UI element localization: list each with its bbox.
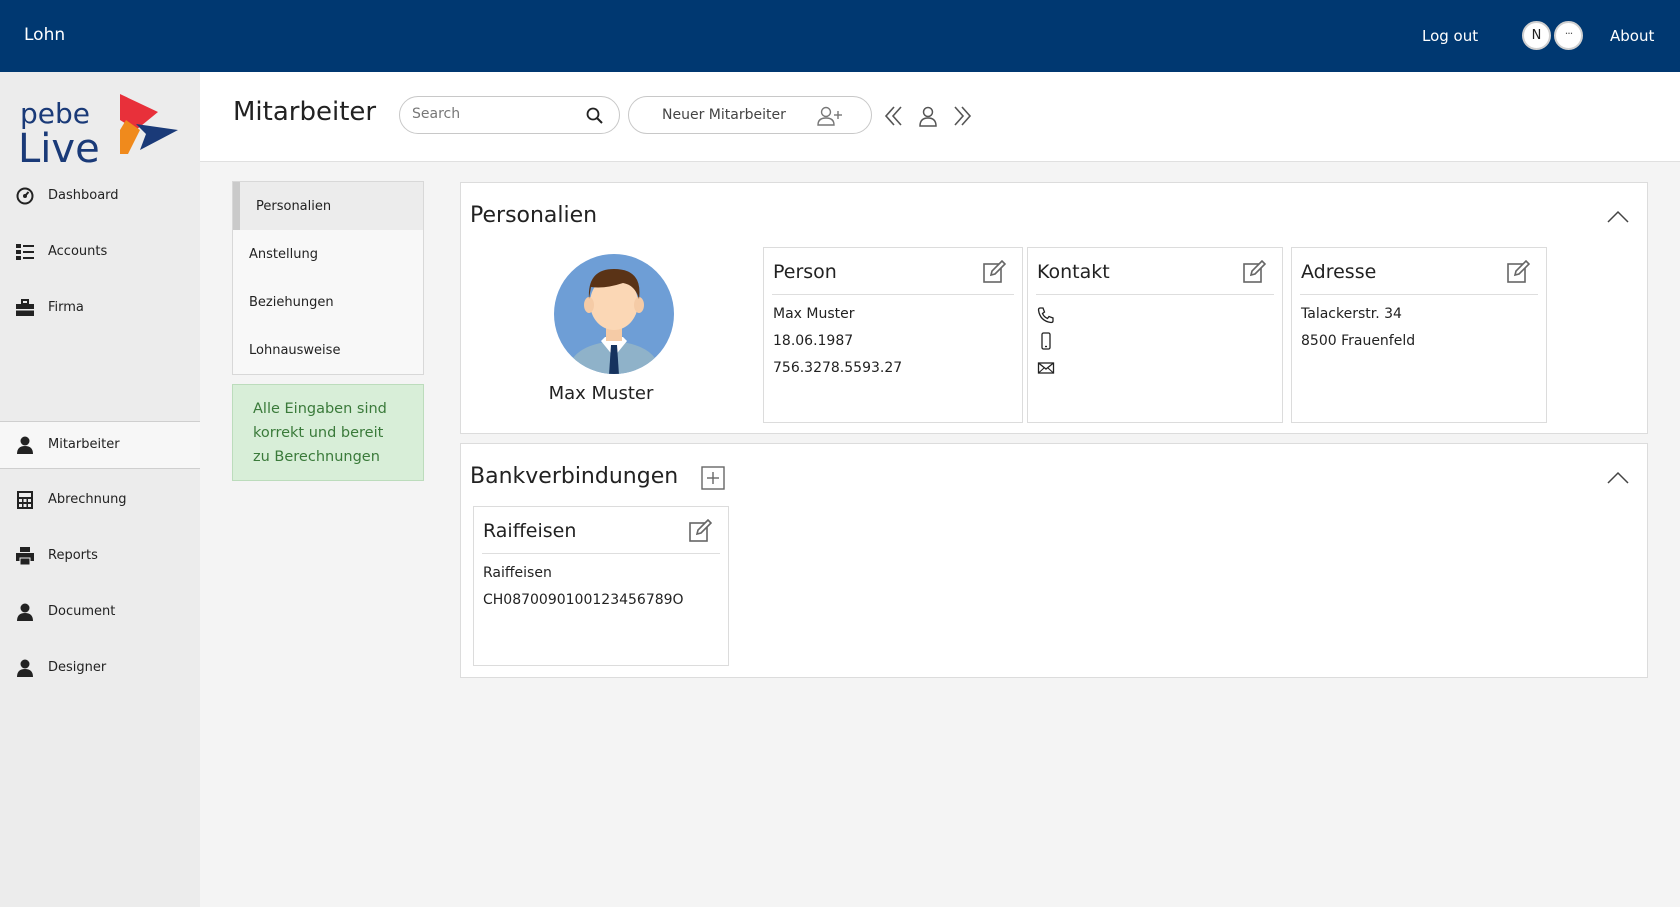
sidebar-item-dashboard[interactable]: Dashboard	[0, 173, 200, 221]
top-bar: Lohn Log out N ··· About	[0, 0, 1680, 72]
add-bank-account-icon[interactable]	[701, 466, 725, 494]
card-divider	[772, 294, 1014, 295]
bankverbindungen-title: Bankverbindungen	[470, 464, 679, 489]
briefcase-icon	[15, 298, 35, 318]
person-birthdate: 18.06.1987	[773, 333, 854, 349]
new-employee-button[interactable]: Neuer Mitarbeiter	[628, 96, 872, 134]
logo-text-live: Live	[18, 126, 100, 170]
phone-icon[interactable]	[1037, 306, 1055, 328]
employee-subnav: Personalien Anstellung Beziehungen Lohna…	[232, 181, 424, 375]
user-avatar[interactable]: N	[1522, 21, 1551, 50]
personalien-title: Personalien	[470, 203, 598, 228]
personalien-panel: Personalien Max Muster Person Max Muster…	[460, 182, 1648, 434]
bankverbindungen-panel: Bankverbindungen Raiffeisen Raiffeisen C…	[460, 443, 1648, 678]
search-icon[interactable]	[585, 106, 605, 130]
edit-icon[interactable]	[1506, 259, 1531, 288]
person-icon	[15, 435, 35, 455]
sidebar-item-label: Document	[48, 604, 116, 619]
list-icon	[15, 242, 35, 262]
calculator-icon	[15, 490, 35, 510]
employee-person-icon[interactable]	[918, 105, 938, 131]
previous-employee-icon[interactable]	[884, 105, 904, 131]
adresse-card-title: Adresse	[1301, 261, 1377, 283]
person-card: Person Max Muster 18.06.1987 756.3278.55…	[763, 247, 1023, 423]
subnav-item-label: Personalien	[256, 199, 332, 214]
sidebar: pebe Live Dashboard Accounts Firma Mitar…	[0, 72, 200, 907]
edit-icon[interactable]	[688, 518, 713, 547]
kontakt-card-title: Kontakt	[1037, 261, 1110, 283]
app-title: Lohn	[24, 25, 66, 45]
subnav-item-beziehungen[interactable]: Beziehungen	[233, 278, 423, 326]
person-ahv-number: 756.3278.5593.27	[773, 360, 903, 376]
sidebar-item-label: Firma	[48, 300, 84, 315]
subnav-item-label: Lohnausweise	[249, 343, 341, 358]
add-user-icon	[816, 105, 844, 131]
card-divider	[1036, 294, 1274, 295]
search-input[interactable]	[412, 106, 582, 122]
person-full-name: Max Muster	[773, 306, 855, 322]
sidebar-item-label: Designer	[48, 660, 107, 675]
sidebar-item-document[interactable]: Document	[0, 589, 200, 637]
dashboard-icon	[15, 186, 35, 206]
bank-iban: CH0870090100123456789O	[483, 592, 684, 608]
employee-name: Max Muster	[548, 383, 654, 404]
sidebar-item-abrechnung[interactable]: Abrechnung	[0, 477, 200, 525]
sidebar-item-label: Dashboard	[48, 188, 119, 203]
employee-avatar	[553, 253, 675, 379]
sidebar-item-label: Accounts	[48, 244, 108, 259]
person-icon	[15, 602, 35, 622]
address-street: Talackerstr. 34	[1301, 306, 1402, 322]
adresse-card: Adresse Talackerstr. 34 8500 Frauenfeld	[1291, 247, 1547, 423]
next-employee-icon[interactable]	[952, 105, 972, 131]
kontakt-card: Kontakt	[1027, 247, 1283, 423]
pebe-live-logo[interactable]: pebe Live	[18, 90, 186, 172]
card-divider	[482, 553, 720, 554]
sidebar-item-label: Abrechnung	[48, 492, 127, 507]
sidebar-item-accounts[interactable]: Accounts	[0, 229, 200, 277]
subnav-item-label: Beziehungen	[249, 295, 334, 310]
subnav-item-personalien[interactable]: Personalien	[233, 182, 423, 230]
bank-account-card: Raiffeisen Raiffeisen CH0870090100123456…	[473, 506, 729, 666]
collapse-chevron-up-icon[interactable]	[1607, 209, 1629, 228]
address-city: 8500 Frauenfeld	[1301, 333, 1416, 349]
about-link[interactable]: About	[1610, 27, 1654, 45]
more-avatar[interactable]: ···	[1554, 21, 1583, 50]
person-card-title: Person	[773, 261, 837, 283]
sidebar-item-designer[interactable]: Designer	[0, 645, 200, 693]
page-title: Mitarbeiter	[233, 97, 377, 127]
edit-icon[interactable]	[982, 259, 1007, 288]
collapse-chevron-up-icon[interactable]	[1607, 470, 1629, 489]
printer-icon	[15, 546, 35, 566]
sidebar-item-mitarbeiter[interactable]: Mitarbeiter	[0, 421, 200, 469]
sidebar-item-label: Mitarbeiter	[48, 437, 120, 452]
mobile-icon[interactable]	[1037, 332, 1055, 354]
person-icon	[15, 658, 35, 678]
page-header: Mitarbeiter Neuer Mitarbeiter	[200, 72, 1680, 162]
search-box[interactable]	[399, 96, 620, 134]
validation-status-message: Alle Eingaben sind korrekt und bereit zu…	[232, 384, 424, 481]
edit-icon[interactable]	[1242, 259, 1267, 288]
subnav-item-anstellung[interactable]: Anstellung	[233, 230, 423, 278]
email-icon[interactable]	[1037, 359, 1055, 381]
bank-name: Raiffeisen	[483, 565, 552, 581]
subnav-item-label: Anstellung	[249, 247, 318, 262]
sidebar-item-firma[interactable]: Firma	[0, 285, 200, 333]
logout-link[interactable]: Log out	[1422, 27, 1478, 45]
sidebar-item-reports[interactable]: Reports	[0, 533, 200, 581]
card-divider	[1300, 294, 1538, 295]
subnav-item-lohnausweise[interactable]: Lohnausweise	[233, 326, 423, 374]
sidebar-item-label: Reports	[48, 548, 98, 563]
bank-account-title: Raiffeisen	[483, 520, 577, 542]
new-employee-label: Neuer Mitarbeiter	[662, 107, 786, 123]
